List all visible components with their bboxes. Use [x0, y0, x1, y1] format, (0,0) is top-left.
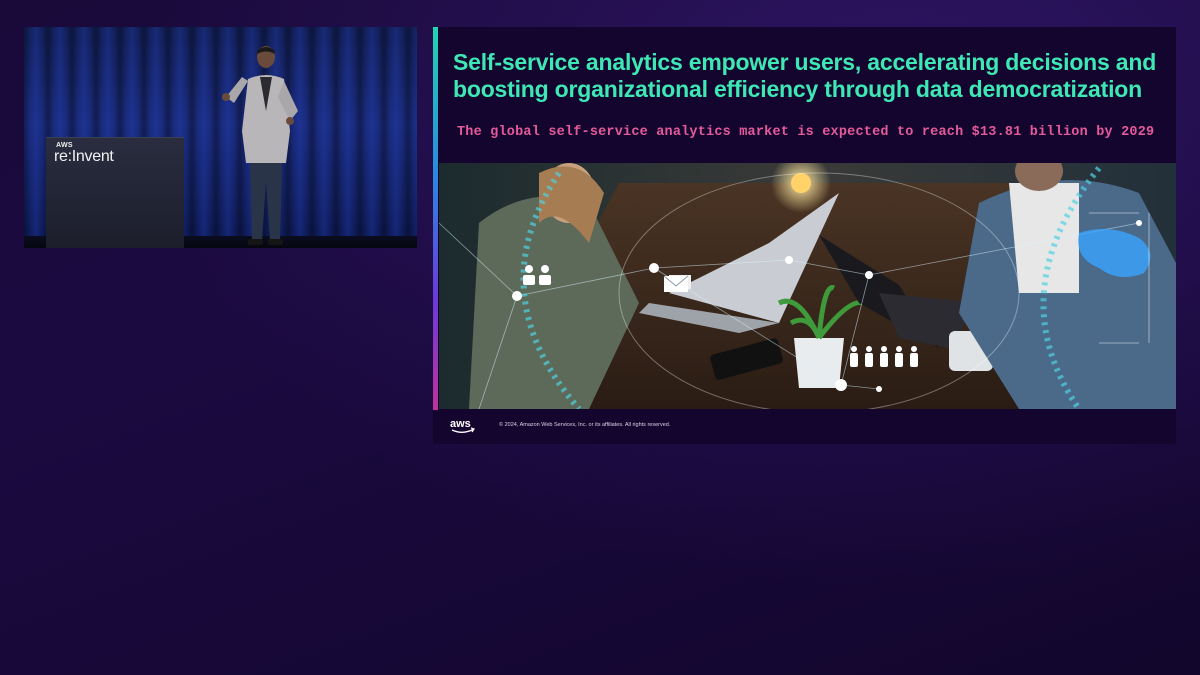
aws-logo-icon: aws [450, 418, 475, 433]
slide-title: Self-service analytics empower users, ac… [453, 49, 1168, 103]
reinvent-logo: AWS re:Invent [54, 140, 134, 168]
copyright-text: © 2024, Amazon Web Services, Inc. or its… [499, 422, 671, 428]
podium-logo-reinvent: re:Invent [54, 148, 114, 165]
speaker-video-panel: AWS re:Invent [24, 27, 417, 248]
slide-accent-bar [433, 27, 438, 444]
speaker-figure [222, 46, 298, 245]
slide-title-line-2: boosting organizational efficiency throu… [453, 76, 1142, 102]
slide-subtitle: The global self-service analytics market… [457, 125, 1155, 140]
slide-footer: aws © 2024, Amazon Web Services, Inc. or… [433, 410, 1176, 444]
team-analytics-photo [439, 163, 1176, 409]
presentation-slide: Self-service analytics empower users, ac… [433, 27, 1176, 444]
slide-title-line-1: Self-service analytics empower users, ac… [453, 49, 1157, 75]
svg-text:aws: aws [450, 418, 471, 430]
